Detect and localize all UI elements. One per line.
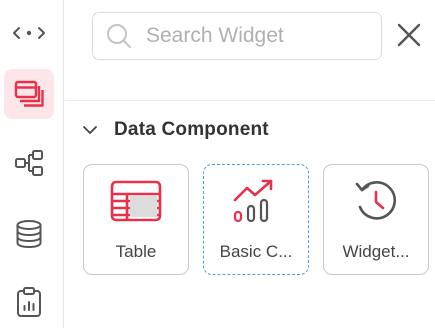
table-icon bbox=[84, 177, 188, 225]
section-toggle-data-component[interactable]: Data Component bbox=[80, 116, 269, 144]
section-title: Data Component bbox=[114, 119, 269, 140]
history-clock-icon bbox=[324, 177, 428, 225]
header-divider bbox=[65, 100, 435, 101]
widget-card-table[interactable]: Table bbox=[83, 164, 189, 275]
widget-stack-icon bbox=[14, 80, 44, 108]
sidebar-item-expand[interactable] bbox=[4, 8, 54, 58]
flow-tree-icon bbox=[14, 148, 44, 178]
close-icon bbox=[397, 23, 421, 52]
clipboard-chart-icon bbox=[16, 286, 42, 318]
left-sidebar bbox=[0, 0, 64, 328]
expand-horizontal-icon bbox=[12, 23, 46, 43]
search-box bbox=[92, 12, 382, 60]
widget-card-basic-chart[interactable]: Basic C... bbox=[203, 164, 309, 275]
sidebar-item-widgets[interactable] bbox=[4, 69, 54, 119]
database-icon bbox=[15, 219, 43, 249]
widget-card-widget-history[interactable]: Widget... bbox=[323, 164, 429, 275]
chevron-down-icon bbox=[80, 120, 100, 140]
sidebar-item-report[interactable] bbox=[4, 277, 54, 327]
widget-label: Table bbox=[115, 242, 157, 261]
widget-label: Widget... bbox=[342, 242, 410, 261]
sidebar-item-flow[interactable] bbox=[4, 138, 54, 188]
trend-chart-icon bbox=[204, 177, 308, 225]
sidebar-item-database[interactable] bbox=[4, 209, 54, 259]
search-input[interactable] bbox=[146, 24, 366, 48]
close-button[interactable] bbox=[392, 20, 426, 54]
widget-label: Basic C... bbox=[219, 242, 293, 261]
search-icon bbox=[97, 12, 141, 60]
